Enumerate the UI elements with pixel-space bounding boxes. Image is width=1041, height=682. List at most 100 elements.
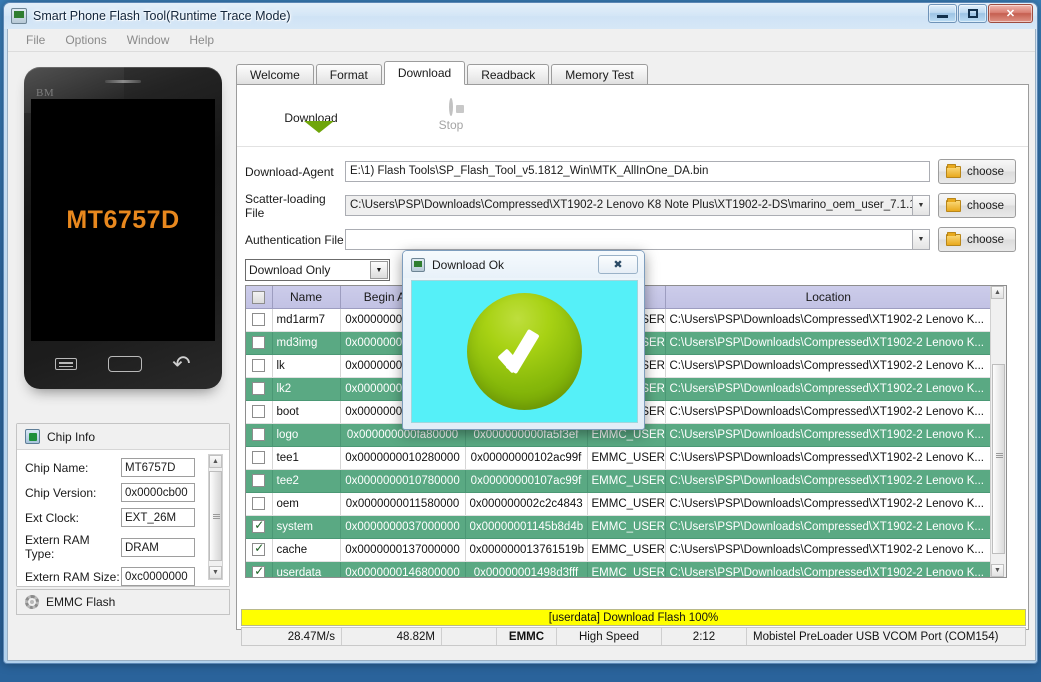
menu-help[interactable]: Help — [179, 31, 224, 49]
minimize-button[interactable] — [928, 4, 957, 23]
chip-info-header[interactable]: Chip Info — [17, 424, 229, 450]
row-checkbox[interactable] — [252, 405, 266, 418]
extern-ram-type-value[interactable]: DRAM — [121, 537, 195, 557]
chip-info-title: Chip Info — [47, 429, 96, 444]
row-checkbox[interactable] — [252, 518, 266, 533]
tab-memory-test[interactable]: Memory Test — [551, 64, 648, 85]
tab-readback[interactable]: Readback — [467, 64, 550, 85]
dialog-close-button[interactable]: ✖ — [598, 255, 638, 274]
select-all-checkbox[interactable] — [252, 290, 266, 304]
row-end: 0x000000013761519b — [465, 538, 588, 562]
row-end: 0x00000001145b8d4b — [465, 515, 588, 539]
row-checkbox-cell[interactable] — [246, 446, 273, 470]
menu-file[interactable]: File — [16, 31, 55, 49]
dialog-body — [411, 280, 638, 423]
table-row[interactable]: cache 0x0000000137000000 0x0000000137615… — [246, 538, 992, 562]
table-row[interactable]: oem 0x0000000011580000 0x000000002c2c484… — [246, 492, 992, 516]
row-checkbox-cell[interactable] — [246, 561, 273, 577]
phone-brand-label: BM — [36, 87, 55, 99]
header-name[interactable]: Name — [272, 286, 341, 309]
download-agent-choose-button[interactable]: choose — [938, 159, 1016, 184]
row-checkbox-cell[interactable] — [246, 354, 273, 378]
row-location: C:\Users\PSP\Downloads\Compressed\XT1902… — [665, 515, 992, 539]
progress-text: [userdata] Download Flash 100% — [548, 611, 719, 624]
row-location: C:\Users\PSP\Downloads\Compressed\XT1902… — [665, 400, 992, 424]
scroll-thumb[interactable] — [209, 471, 222, 561]
row-checkbox-cell[interactable] — [246, 377, 273, 401]
scatter-file-label: Scatter-loading File — [245, 191, 326, 220]
menu-icon — [55, 358, 78, 370]
menu-window[interactable]: Window — [117, 31, 180, 49]
maximize-button[interactable] — [958, 4, 987, 23]
row-checkbox[interactable] — [252, 428, 266, 441]
action-toolbar: Download Stop — [237, 85, 1028, 147]
chip-info-scrollbar[interactable]: ▲ ▼ — [208, 454, 223, 580]
row-checkbox[interactable] — [252, 497, 266, 510]
row-checkbox[interactable] — [252, 336, 266, 349]
row-location: C:\Users\PSP\Downloads\Compressed\XT1902… — [665, 561, 992, 577]
download-agent-input[interactable]: E:\1) Flash Tools\SP_Flash_Tool_v5.1812_… — [345, 161, 930, 182]
row-checkbox-cell[interactable] — [246, 423, 273, 447]
row-checkbox-cell[interactable] — [246, 400, 273, 424]
status-blank — [442, 628, 497, 645]
row-location: C:\Users\PSP\Downloads\Compressed\XT1902… — [665, 377, 992, 401]
scatter-file-choose-label: choose — [967, 199, 1005, 212]
select-all-header[interactable] — [246, 286, 273, 309]
row-end: 0x00000001498d3fff — [465, 561, 588, 577]
row-checkbox-cell[interactable] — [246, 469, 273, 493]
auth-file-dropdown-icon[interactable]: ▼ — [913, 229, 930, 250]
emmc-flash-panel[interactable]: EMMC Flash — [16, 589, 230, 615]
table-row[interactable]: userdata 0x0000000146800000 0x0000000149… — [246, 561, 992, 577]
tab-welcome[interactable]: Welcome — [236, 64, 314, 85]
table-scroll-down-icon[interactable]: ▼ — [991, 564, 1004, 577]
folder-icon — [946, 197, 961, 212]
scroll-down-icon[interactable]: ▼ — [209, 566, 222, 579]
chip-name-value[interactable]: MT6757D — [121, 458, 195, 477]
scatter-file-choose-button[interactable]: choose — [938, 193, 1016, 218]
table-row[interactable]: system 0x0000000037000000 0x00000001145b… — [246, 515, 992, 539]
table-scroll-up-icon[interactable]: ▲ — [991, 286, 1004, 299]
row-checkbox-cell[interactable] — [246, 492, 273, 516]
scroll-up-icon[interactable]: ▲ — [209, 455, 222, 468]
minimize-icon — [937, 15, 948, 18]
table-scroll-thumb[interactable] — [992, 364, 1005, 554]
auth-file-choose-button[interactable]: choose — [938, 227, 1016, 252]
row-checkbox[interactable] — [252, 359, 266, 372]
row-checkbox-cell[interactable] — [246, 308, 273, 332]
scatter-file-dropdown-icon[interactable]: ▼ — [913, 195, 930, 216]
tab-format[interactable]: Format — [315, 64, 382, 85]
tab-download[interactable]: Download — [383, 61, 466, 85]
row-end: 0x00000000107ac99f — [465, 469, 588, 493]
chip-version-value[interactable]: 0x0000cb00 — [121, 483, 195, 502]
row-checkbox[interactable] — [252, 382, 266, 395]
table-row[interactable]: tee1 0x0000000010280000 0x00000000102ac9… — [246, 446, 992, 470]
stop-button[interactable]: Stop — [415, 97, 487, 132]
row-location: C:\Users\PSP\Downloads\Compressed\XT1902… — [665, 492, 992, 516]
row-checkbox-cell[interactable] — [246, 538, 273, 562]
row-checkbox[interactable] — [252, 564, 266, 577]
table-row[interactable]: tee2 0x0000000010780000 0x00000000107ac9… — [246, 469, 992, 493]
row-checkbox[interactable] — [252, 541, 266, 556]
scroll-grip-icon — [213, 514, 220, 520]
chevron-down-icon[interactable]: ▼ — [370, 261, 388, 279]
row-name: md1arm7 — [272, 308, 341, 332]
auth-file-input[interactable] — [345, 229, 913, 250]
row-checkbox-cell[interactable] — [246, 331, 273, 355]
close-button[interactable]: ✕ — [988, 4, 1033, 23]
emmc-flash-title: EMMC Flash — [46, 595, 116, 609]
scatter-file-input[interactable]: C:\Users\PSP\Downloads\Compressed\XT1902… — [345, 195, 913, 216]
row-checkbox[interactable] — [252, 451, 266, 464]
header-location[interactable]: Location — [665, 286, 992, 309]
ext-clock-value[interactable]: EXT_26M — [121, 508, 195, 527]
menu-options[interactable]: Options — [55, 31, 116, 49]
extern-ram-size-value[interactable]: 0xc0000000 — [121, 567, 195, 586]
row-checkbox-cell[interactable] — [246, 515, 273, 539]
table-scrollbar[interactable]: ▲ ▼ — [990, 286, 1006, 577]
progress-bar: [userdata] Download Flash 100% — [241, 609, 1026, 626]
download-mode-select[interactable]: Download Only ▼ — [245, 259, 390, 281]
row-checkbox[interactable] — [252, 474, 266, 487]
download-button[interactable]: Download — [275, 107, 347, 125]
row-region: EMMC_USER — [587, 469, 666, 493]
row-name: lk — [272, 354, 341, 378]
row-checkbox[interactable] — [252, 313, 266, 326]
